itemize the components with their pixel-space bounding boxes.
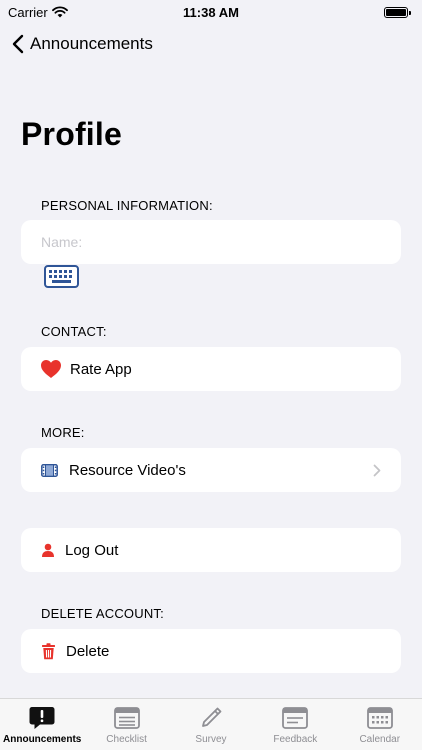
list-icon <box>113 707 140 729</box>
resource-videos-row[interactable]: Resource Video's <box>21 448 401 492</box>
tab-announcements-label: Announcements <box>3 734 82 745</box>
tab-feedback-label: Feedback <box>273 734 318 745</box>
log-out-row[interactable]: Log Out <box>21 528 401 572</box>
status-bar: Carrier 11:38 AM <box>0 0 422 24</box>
tab-checklist-label: Checklist <box>106 734 147 745</box>
status-left: Carrier <box>8 5 68 20</box>
personal-info-header: PERSONAL INFORMATION: <box>41 198 213 213</box>
tab-feedback[interactable]: Feedback <box>253 705 337 745</box>
rate-app-label: Rate App <box>70 360 132 378</box>
film-icon <box>41 463 58 477</box>
more-header: MORE: <box>41 425 85 440</box>
keyboard-icon[interactable] <box>44 265 79 288</box>
calendar-icon <box>366 707 393 729</box>
tab-calendar[interactable]: Calendar <box>338 705 422 745</box>
back-button-label: Announcements <box>30 34 153 53</box>
chevron-right-icon <box>373 464 381 476</box>
back-button[interactable]: Announcements <box>0 28 153 60</box>
tab-announcements[interactable]: Announcements <box>0 705 84 745</box>
tab-survey-label: Survey <box>195 734 227 745</box>
contact-header: CONTACT: <box>41 324 107 339</box>
feedback-icon <box>282 707 309 729</box>
wifi-icon <box>51 6 68 18</box>
delete-account-header: DELETE ACCOUNT: <box>41 606 164 621</box>
name-field-card <box>21 220 401 264</box>
chevron-left-icon <box>12 34 24 54</box>
battery-fill <box>386 8 406 16</box>
trash-icon <box>42 642 55 659</box>
person-icon <box>42 543 54 557</box>
delete-label: Delete <box>66 642 110 660</box>
delete-account-row[interactable]: Delete <box>21 629 401 673</box>
resource-videos-label: Resource Video's <box>69 461 186 479</box>
battery-icon <box>384 6 411 18</box>
name-input[interactable] <box>41 234 381 250</box>
tab-calendar-label: Calendar <box>359 734 401 745</box>
rate-app-row[interactable]: Rate App <box>21 347 401 391</box>
heart-icon <box>41 360 61 378</box>
tab-survey[interactable]: Survey <box>169 705 253 745</box>
log-out-label: Log Out <box>65 541 119 559</box>
pencil-icon <box>202 707 222 727</box>
tab-bar: Announcements Checklist Survey Feedback … <box>0 698 422 750</box>
tab-checklist[interactable]: Checklist <box>85 705 169 745</box>
page-title: Profile <box>21 116 122 152</box>
carrier-label: Carrier <box>8 4 48 20</box>
exclamation-bubble-icon <box>29 707 55 729</box>
